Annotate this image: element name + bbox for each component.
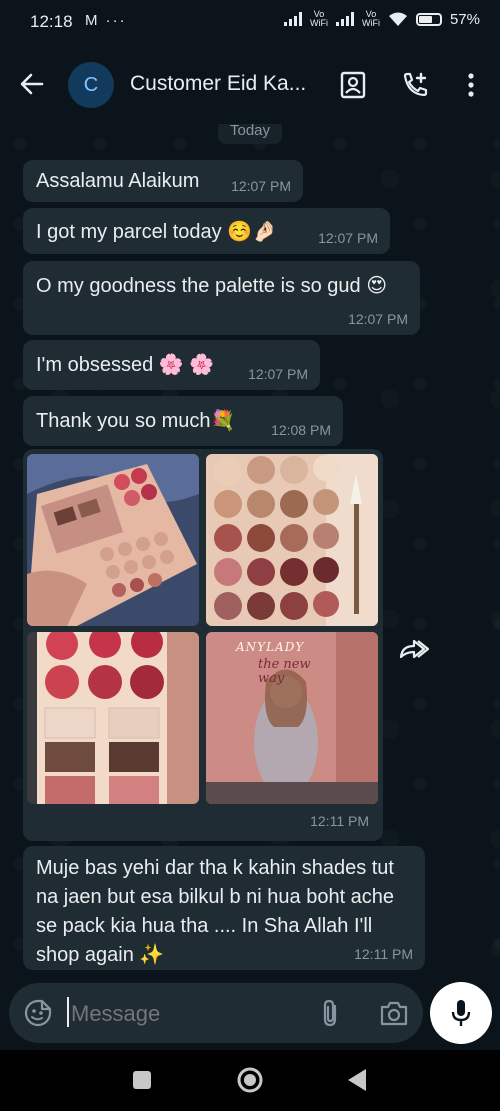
message-bubble[interactable]: Assalamu Alaikum 12:07 PM	[23, 160, 303, 202]
contact-name[interactable]: Customer Eid Ka...	[130, 72, 306, 96]
add-call-icon[interactable]	[400, 70, 430, 100]
box-brand-text: ANYLADY	[236, 640, 305, 654]
battery-icon	[415, 12, 442, 26]
attach-icon[interactable]	[317, 998, 345, 1028]
message-bubble[interactable]: I got my parcel today ☺️🤌🏻 12:07 PM	[23, 208, 390, 254]
message-time: 12:07 PM	[318, 230, 378, 246]
message-text: O my goodness the palette is so gud 😍	[36, 275, 388, 297]
message-bubble[interactable]: Thank you so much💐 12:08 PM	[23, 396, 343, 446]
message-time: 12:07 PM	[231, 178, 291, 194]
message-time: 12:08 PM	[271, 422, 331, 438]
back-nav-icon[interactable]	[346, 1067, 368, 1093]
wifi-icon	[388, 12, 407, 26]
signal-icon-2	[335, 12, 354, 26]
chat-header: C Customer Eid Ka...	[0, 44, 500, 124]
photo-album-bubble[interactable]: ANYLADY the new way 12:11 PM	[23, 449, 383, 841]
message-composer	[9, 983, 423, 1043]
more-options-icon[interactable]	[456, 70, 486, 100]
recents-icon[interactable]	[132, 1070, 152, 1090]
back-arrow-icon[interactable]	[18, 70, 46, 98]
date-chip: Today	[218, 124, 282, 144]
message-text: I'm obsessed 🌸 🌸	[36, 354, 215, 376]
message-bubble[interactable]: Muje bas yehi dar tha k kahin shades tut…	[23, 846, 425, 970]
status-right: Vo WiFi Vo WiFi 57%	[283, 9, 480, 28]
status-bar: 12:18 M ··· Vo WiFi Vo WiFi 57%	[0, 0, 500, 44]
message-time: 12:11 PM	[354, 946, 413, 962]
signal-icon	[283, 12, 302, 26]
photo-thumbnail[interactable]	[206, 454, 378, 626]
system-navigation-bar	[0, 1050, 500, 1111]
box-tagline-text: the new way	[258, 657, 311, 686]
photo-thumbnail[interactable]: ANYLADY the new way	[206, 632, 378, 804]
voice-record-button[interactable]	[430, 982, 492, 1044]
forward-icon[interactable]	[396, 632, 430, 666]
photo-thumbnail[interactable]	[27, 632, 199, 804]
battery-percent: 57%	[449, 10, 480, 28]
message-input[interactable]	[69, 995, 303, 1033]
vowifi-label: Vo WiFi	[309, 9, 328, 28]
message-text: I got my parcel today ☺️🤌🏻	[36, 221, 278, 243]
status-time: 12:18	[30, 12, 73, 31]
message-time: 12:07 PM	[348, 311, 408, 327]
message-bubble[interactable]: O my goodness the palette is so gud 😍 12…	[23, 261, 420, 335]
contact-card-icon[interactable]	[338, 70, 368, 100]
notification-icons: M ···	[85, 12, 127, 29]
message-text: Assalamu Alaikum	[36, 170, 200, 192]
photo-thumbnail[interactable]	[27, 454, 199, 626]
message-time: 12:11 PM	[310, 813, 369, 829]
avatar[interactable]: C	[68, 62, 114, 108]
message-time: 12:07 PM	[248, 366, 308, 382]
home-icon[interactable]	[235, 1065, 265, 1095]
message-bubble[interactable]: I'm obsessed 🌸 🌸 12:07 PM	[23, 340, 320, 390]
camera-icon[interactable]	[379, 999, 409, 1027]
vowifi-label-2: Vo WiFi	[361, 9, 380, 28]
message-text: Thank you so much💐	[36, 410, 236, 432]
sticker-icon[interactable]	[23, 998, 53, 1028]
mic-icon	[451, 1000, 471, 1026]
chat-area[interactable]: Today Assalamu Alaikum 12:07 PM I got my…	[0, 124, 500, 972]
